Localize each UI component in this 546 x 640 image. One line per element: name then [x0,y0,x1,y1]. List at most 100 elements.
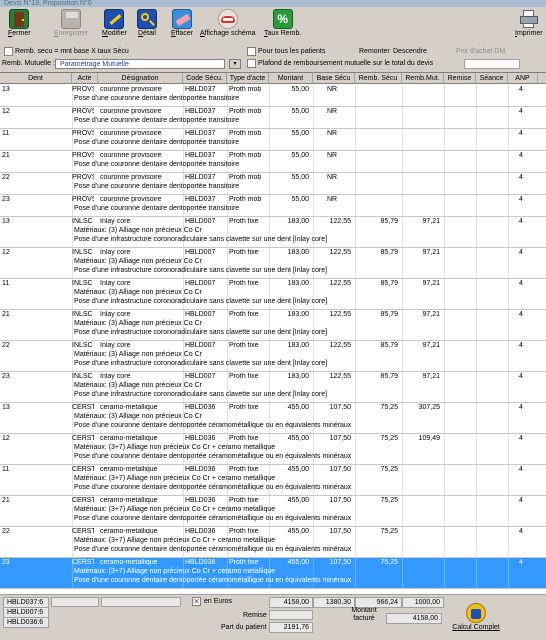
cell-base: 107,50 [329,497,351,504]
detail-button[interactable]: Détail [137,9,157,37]
col-type-acte[interactable]: Type d'acte [227,73,269,84]
cell-base: NR [326,108,338,115]
cell-dent: 13 [2,86,10,93]
column-divider [476,496,477,526]
cell-montant: 455,00 [287,404,309,411]
row-description: Matériaux: (3) Alliage non précieux Co C… [74,258,203,265]
table-row[interactable]: 13 INLSC Inlay core HBLD007 Proth fixe 183,00… [0,217,546,248]
prix-achat-field[interactable] [464,59,520,69]
column-divider [444,85,445,106]
cell-type: Proth mob [229,86,262,93]
modifier-button[interactable]: Modifier [102,9,127,37]
cell-code: HBLD007 [185,311,216,318]
cell-dent: 22 [2,528,10,535]
table-row[interactable]: 23 PROVSC couronne provisoire HBLD037 Proth … [0,195,546,217]
fermer-button[interactable]: Fermer [8,9,31,37]
toolbar: Fermer Enregistrer Modifier Détail Effac… [0,7,546,45]
cell-remb-mut: 97,21 [422,280,440,287]
column-divider [444,129,445,150]
col-montant[interactable]: Montant [269,73,313,84]
cell-remb-mut: 97,21 [422,342,440,349]
taux-remb-button[interactable]: % Taux Remb. [264,9,301,37]
table-header: Dent Acte Désignation Code Sécu. Type d'… [0,73,546,84]
table-row[interactable]: 22 INLSC Inlay core HBLD007 Proth fixe 183,00… [0,341,546,372]
table-row[interactable]: 11 CERST ceramo-metallique HBLD036 Proth fix… [0,465,546,496]
col-remise[interactable]: Remise [444,73,476,84]
table-row[interactable]: 23 INLSC Inlay core HBLD007 Proth fixe 183,00… [0,372,546,403]
col-dent[interactable]: Dent [0,73,72,84]
pour-tous-checkbox[interactable] [247,47,256,56]
remonter-button[interactable]: Remonter [359,46,390,58]
calculator-icon [466,603,486,623]
col-remb-mut[interactable]: Remb.Mut. [402,73,444,84]
imprimer-button[interactable]: Imprimer [515,9,543,37]
column-divider [476,85,477,106]
cell-designation: Inlay core [100,342,131,349]
column-divider [476,107,477,128]
cell-anp: 4 [519,497,523,504]
cell-code: HBLD037 [185,130,216,137]
enregistrer-button[interactable]: Enregistrer [54,9,88,37]
table-row[interactable]: 21 PROVSC couronne provisoire HBLD037 Proth … [0,151,546,173]
cell-type: Proth fixe [229,373,259,380]
param-mutuelle-select[interactable]: Paramétrage Mutuelle [55,59,225,69]
column-divider [444,403,445,433]
row-description: Pose d'une couronne dentaire dentoportée… [74,139,240,146]
table-row[interactable]: 12 CERST ceramo-metallique HBLD036 Proth fix… [0,434,546,465]
cell-type: Proth fixe [229,466,259,473]
table-row[interactable]: 21 INLSC Inlay core HBLD007 Proth fixe 183,00… [0,310,546,341]
plafond-checkbox[interactable] [247,59,256,68]
cell-montant: 455,00 [287,559,309,566]
table-row[interactable]: 13 PROVSC couronne provisoire HBLD037 Proth … [0,85,546,107]
col-remb-secu[interactable]: Remb. Sécu [355,73,402,84]
remb-secu-checkbox[interactable] [4,47,13,56]
code-summary-3: HBLD036:6 [3,617,49,628]
door-icon [9,9,30,29]
column-divider [444,434,445,464]
affichage-schema-button[interactable]: Affichage schéma [200,9,256,37]
col-anp[interactable]: ANP [508,73,538,84]
cell-designation: ceramo-metallique [100,435,158,442]
col-code-secu[interactable]: Code Sécu. [183,73,227,84]
en-euros-checkbox[interactable]: ✕ [192,597,201,606]
table-row[interactable]: 23 CERST ceramo-metallique HBLD036 Proth fix… [0,558,546,589]
col-base-secu[interactable]: Base Sécu [313,73,355,84]
col-acte[interactable]: Acte [72,73,98,84]
column-divider [476,558,477,588]
col-seance[interactable]: Séance [476,73,508,84]
cell-code: HBLD007 [185,342,216,349]
column-divider [476,129,477,150]
row-description: Pose d'une couronne dentaire dentoportée… [74,183,240,190]
table-row[interactable]: 12 INLSC Inlay core HBLD007 Proth fixe 183,00… [0,248,546,279]
cell-dent: 11 [2,280,10,287]
cell-dent: 12 [2,249,10,256]
part-patient-value: 2191,76 [269,622,313,633]
column-divider [476,527,477,557]
cell-code: HBLD037 [185,86,216,93]
row-description: Matériaux: (3+7) Alliage non précieux Co… [74,475,276,482]
table-row[interactable]: 13 CERST ceramo-metallique HBLD036 Proth fix… [0,403,546,434]
remise-field[interactable] [269,610,313,620]
cell-remb-secu: 75,25 [380,497,398,504]
table-row[interactable]: 11 PROVSC couronne provisoire HBLD037 Proth … [0,129,546,151]
table-row[interactable]: 11 INLSC Inlay core HBLD007 Proth fixe 183,00… [0,279,546,310]
cell-remb-mut: 109,49 [418,435,440,442]
calcul-complet-button[interactable]: Calcul Complet [448,603,504,639]
prix-achat-button[interactable]: Prix d'achat DM [456,46,505,58]
column-divider [444,527,445,557]
detail-icon [137,9,157,29]
col-designation[interactable]: Désignation [98,73,183,84]
save-icon [61,9,82,29]
chevron-down-icon[interactable]: ▾ [229,59,241,69]
column-divider [355,129,356,150]
cell-anp: 4 [519,528,523,535]
table-row[interactable]: 22 CERST ceramo-metallique HBLD036 Proth fix… [0,527,546,558]
descendre-button[interactable]: Descendre [393,46,427,58]
table-row[interactable]: 12 PROVSC couronne provisoire HBLD037 Proth … [0,107,546,129]
cell-code: HBLD007 [185,280,216,287]
table-row[interactable]: 22 PROVSC couronne provisoire HBLD037 Proth … [0,173,546,195]
cell-anp: 4 [519,249,523,256]
column-divider [402,558,403,588]
table-row[interactable]: 21 CERST ceramo-metallique HBLD036 Proth fix… [0,496,546,527]
effacer-button[interactable]: Effacer [171,9,193,37]
